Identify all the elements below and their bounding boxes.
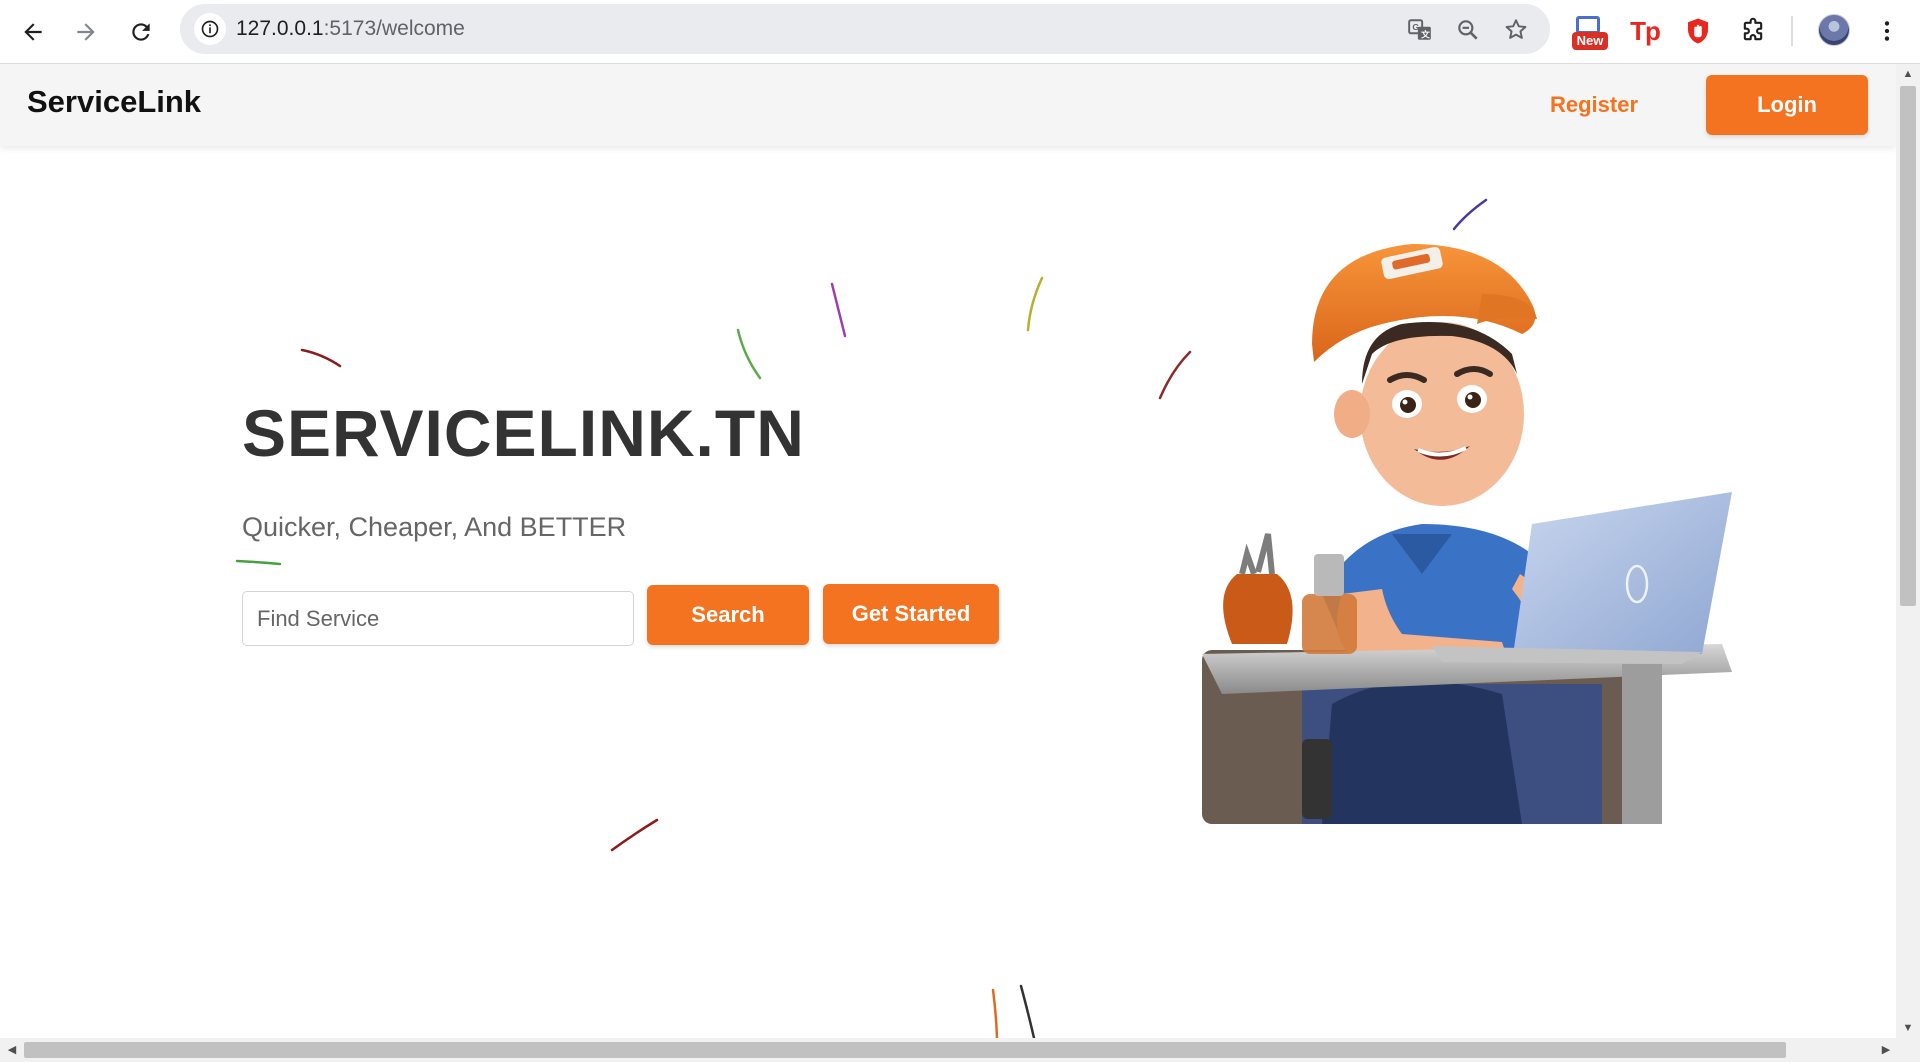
extensions-button[interactable] [1734, 12, 1772, 50]
hero-tagline: Quicker, Cheaper, And BETTER [242, 512, 627, 542]
scroll-right-icon[interactable]: ▶ [1880, 1044, 1892, 1056]
forward-button[interactable] [64, 10, 108, 54]
vertical-scroll-thumb[interactable] [1900, 86, 1916, 606]
back-arrow-icon [24, 23, 42, 41]
search-button[interactable]: Search [647, 585, 809, 645]
url-host: 127.0.0.1 [236, 17, 324, 40]
scroll-left-icon[interactable]: ◀ [6, 1044, 18, 1056]
horizontal-scroll-thumb[interactable] [24, 1042, 1786, 1058]
address-bar[interactable]: 127.0.0.1:5173/welcome G文 [180, 4, 1550, 54]
vertical-scrollbar[interactable]: ▲ ▼ [1896, 64, 1920, 1038]
bookmark-star-icon[interactable] [1502, 16, 1530, 44]
url-text: 127.0.0.1:5173/welcome [236, 17, 465, 41]
brand-logo[interactable]: ServiceLink [27, 84, 201, 120]
extension-new-button[interactable]: New [1572, 14, 1608, 50]
reload-icon [132, 23, 150, 41]
url-path: :5173/welcome [323, 17, 465, 40]
svg-text:文: 文 [1420, 29, 1430, 40]
forward-arrow-icon [77, 23, 95, 41]
extension-puzzle-icon [1743, 17, 1763, 41]
svg-text:G: G [1412, 22, 1419, 32]
reload-button[interactable] [119, 10, 163, 54]
browser-toolbar: 127.0.0.1:5173/welcome G文 New Tp [0, 0, 1920, 64]
page-viewport: ServiceLink Register Login SERVICELINK.T… [0, 64, 1896, 1038]
hero-title: SERVICELINK.TN [242, 396, 805, 470]
site-header: ServiceLink Register Login [0, 64, 1896, 146]
browser-menu-button[interactable] [1868, 12, 1906, 50]
scroll-down-icon[interactable]: ▼ [1902, 1022, 1914, 1034]
extension-tp-button[interactable]: Tp [1626, 12, 1664, 50]
zoom-icon[interactable] [1454, 16, 1482, 44]
hero-illustration [1202, 244, 1732, 824]
site-info-icon[interactable] [194, 13, 226, 45]
extension-shield-button[interactable] [1679, 12, 1717, 50]
scroll-up-icon[interactable]: ▲ [1902, 68, 1914, 80]
kebab-menu-icon [1884, 21, 1890, 41]
translate-icon[interactable]: G文 [1406, 16, 1434, 44]
find-service-input[interactable] [242, 591, 634, 646]
register-link[interactable]: Register [1550, 92, 1638, 118]
profile-avatar[interactable] [1818, 14, 1850, 46]
login-button[interactable]: Login [1706, 75, 1868, 135]
back-button[interactable] [11, 10, 55, 54]
extension-new-badge: New [1572, 32, 1608, 50]
shield-hand-icon [1688, 18, 1708, 44]
horizontal-scrollbar[interactable]: ◀ ▶ [0, 1038, 1920, 1062]
toolbar-separator [1791, 16, 1793, 46]
get-started-button[interactable]: Get Started [823, 584, 999, 644]
